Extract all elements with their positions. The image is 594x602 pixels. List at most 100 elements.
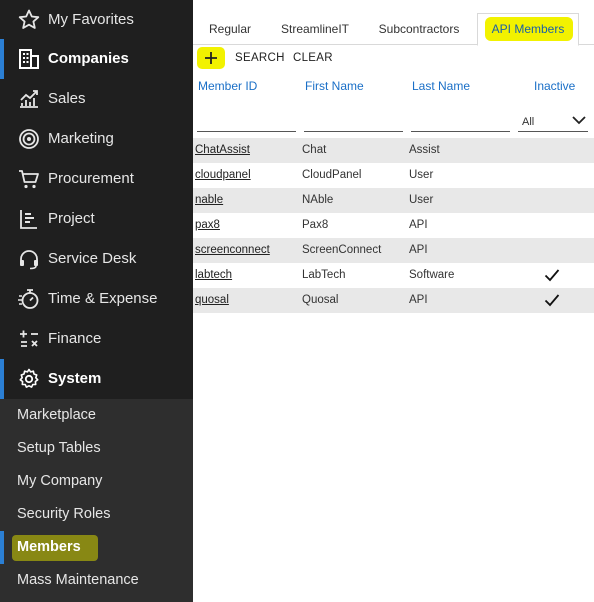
nav-procurement[interactable]: Procurement [0,159,193,199]
subnav-marketplace[interactable]: Marketplace [0,399,193,432]
nav-time-expense[interactable]: Time & Expense [0,279,193,319]
subnav-label: Mass Maintenance [17,572,139,588]
member-id-filter-input[interactable] [197,110,296,132]
nav-sales[interactable]: Sales [0,79,193,119]
active-indicator [0,531,4,564]
first-name-cell: Chat [302,144,327,156]
tab-label: Regular [208,22,252,36]
table-row[interactable]: screenconnect ScreenConnect API [193,238,594,263]
member-id-cell[interactable]: cloudpanel [195,169,251,181]
member-id-cell[interactable]: quosal [195,294,229,306]
first-name-cell: NAble [302,194,334,206]
last-name-cell: API [409,294,428,306]
nav-label: Service Desk [48,250,137,267]
member-id-cell[interactable]: screenconnect [195,244,270,256]
nav-companies[interactable]: Companies [0,39,193,79]
nav-finance[interactable]: Finance [0,319,193,359]
project-icon [17,207,41,231]
first-name-cell: Quosal [302,294,339,306]
tab-label: StreamlineIT [280,22,350,36]
gear-icon [17,367,41,391]
active-indicator [0,39,4,79]
subnav-mass-maintenance[interactable]: Mass Maintenance [0,564,193,597]
subnav-my-company[interactable]: My Company [0,465,193,498]
table-row[interactable]: nable NAble User [193,188,594,213]
add-button[interactable] [197,47,225,69]
last-name-cell: Software [409,269,455,281]
table-row[interactable]: quosal Quosal API [193,288,594,313]
cart-icon [17,167,41,191]
column-header-member-id[interactable]: Member ID [198,79,257,93]
tab-regular[interactable]: Regular [201,14,259,45]
tab-label: Subcontractors [378,22,460,36]
subnav-label: Members [17,539,81,555]
member-id-cell[interactable]: pax8 [195,219,220,231]
first-name-cell: ScreenConnect [302,244,382,256]
chevron-down-icon [572,116,586,125]
nav-project[interactable]: Project [0,199,193,239]
tab-api-members[interactable]: API Members [477,13,579,46]
subnav-label: My Company [17,473,103,489]
system-submenu: Marketplace Setup Tables My Company Secu… [0,399,193,602]
last-name-cell: API [409,244,428,256]
last-name-cell: Assist [409,144,440,156]
table-row[interactable]: labtech LabTech Software [193,263,594,288]
sidebar: My Favorites Companies Sales Marketing P… [0,0,193,602]
select-value: All [522,116,535,128]
chart-trend-icon [17,87,41,111]
nav-label: Time & Expense [48,290,158,307]
nav-service-desk[interactable]: Service Desk [0,239,193,279]
tab-streamlineit[interactable]: StreamlineIT [275,14,355,45]
subnav-label: Marketplace [17,407,96,423]
member-id-cell[interactable]: labtech [195,269,232,281]
clear-button[interactable]: CLEAR [293,52,333,64]
main-panel: Regular StreamlineIT Subcontractors API … [193,0,594,602]
subnav-label: Security Roles [17,506,111,522]
table-row[interactable]: pax8 Pax8 API [193,213,594,238]
nav-label: Sales [48,90,86,107]
column-header-last-name[interactable]: Last Name [412,79,470,93]
target-icon [17,127,41,151]
nav-label: Marketing [48,130,114,147]
building-icon [17,47,41,71]
toolbar: SEARCH CLEAR [193,46,594,72]
checkmark-icon [544,269,560,282]
star-icon [17,8,41,32]
last-name-filter-input[interactable] [411,110,510,132]
table-header: Member ID First Name Last Name Inactive [193,72,594,102]
tab-subcontractors[interactable]: Subcontractors [373,14,465,45]
nav-label: Project [48,210,95,227]
calculator-icon [17,327,41,351]
first-name-cell: LabTech [302,269,346,281]
nav-label: System [48,370,102,387]
last-name-cell: API [409,219,428,231]
nav-marketing[interactable]: Marketing [0,119,193,159]
first-name-filter-input[interactable] [304,110,403,132]
nav-label: Finance [48,330,102,347]
column-header-first-name[interactable]: First Name [305,79,364,93]
member-id-cell[interactable]: ChatAssist [195,144,250,156]
search-button[interactable]: SEARCH [235,52,285,64]
table-row[interactable]: ChatAssist Chat Assist [193,138,594,163]
plus-icon [205,52,217,64]
first-name-cell: CloudPanel [302,169,362,181]
nav-my-favorites[interactable]: My Favorites [0,0,193,40]
last-name-cell: User [409,169,434,181]
nav-label: Companies [48,50,129,67]
filter-row: All [193,106,594,136]
tab-label: API Members [491,22,565,36]
nav-system[interactable]: System [0,359,193,399]
inactive-filter-select[interactable]: All [518,110,588,132]
nav-label: Procurement [48,170,134,187]
headset-icon [17,247,41,271]
first-name-cell: Pax8 [302,219,329,231]
subnav-members[interactable]: Members [0,531,193,564]
nav-label: My Favorites [48,11,134,28]
stopwatch-icon [17,287,41,311]
subnav-security-roles[interactable]: Security Roles [0,498,193,531]
member-id-cell[interactable]: nable [195,194,223,206]
subnav-setup-tables[interactable]: Setup Tables [0,432,193,465]
table-row[interactable]: cloudpanel CloudPanel User [193,163,594,188]
subnav-label: Setup Tables [17,440,101,456]
column-header-inactive[interactable]: Inactive [534,79,575,93]
